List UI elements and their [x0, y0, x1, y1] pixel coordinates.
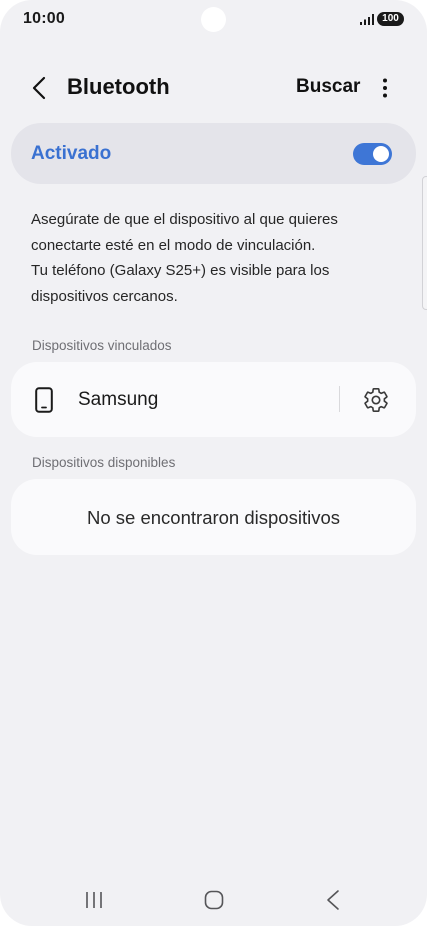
paired-devices-header: Dispositivos vinculados — [32, 338, 172, 353]
switch-knob — [373, 146, 389, 162]
smartphone-icon — [35, 387, 53, 413]
description-line: conectarte esté en el modo de vinculació… — [31, 236, 316, 254]
available-devices-card: No se encontraron dispositivos — [11, 479, 416, 555]
bluetooth-status-label: Activado — [31, 143, 112, 164]
status-bar: 10:00 100 — [0, 0, 427, 40]
scrollbar[interactable] — [422, 176, 427, 310]
chevron-left-icon — [32, 76, 46, 100]
recent-apps-icon[interactable] — [84, 890, 104, 910]
description-line: Tu teléfono (Galaxy S25+) es visible par… — [31, 262, 330, 279]
description-line: dispositivos cercanos. — [31, 287, 178, 305]
available-devices-header: Dispositivos disponibles — [32, 455, 176, 470]
front-camera — [201, 7, 226, 32]
page-title: Bluetooth — [67, 74, 170, 99]
divider — [339, 386, 340, 412]
no-devices-message: No se encontraron dispositivos — [87, 507, 340, 528]
visibility-description: Asegúrate de que el dispositivo al que q… — [31, 207, 401, 309]
description-line: Asegúrate de que el dispositivo al que q… — [31, 211, 338, 228]
paired-devices-card: Samsung — [11, 362, 416, 437]
more-options-button[interactable] — [377, 74, 393, 102]
bluetooth-toggle-card[interactable]: Activado — [11, 123, 416, 184]
battery-indicator: 100 — [377, 12, 404, 26]
back-icon[interactable] — [325, 889, 341, 911]
signal-bars-icon — [360, 14, 374, 25]
phone-screen: 10:00 100 Bluetooth Buscar Activado Aseg… — [0, 0, 427, 926]
back-button[interactable] — [26, 73, 52, 103]
home-icon[interactable] — [203, 889, 225, 911]
more-vertical-icon — [383, 78, 387, 98]
search-button[interactable]: Buscar — [296, 76, 360, 98]
gear-icon[interactable] — [362, 386, 390, 414]
paired-device-item[interactable]: Samsung — [11, 362, 339, 437]
paired-device-name: Samsung — [78, 389, 159, 410]
status-time: 10:00 — [23, 10, 65, 27]
bluetooth-switch[interactable] — [353, 143, 392, 165]
